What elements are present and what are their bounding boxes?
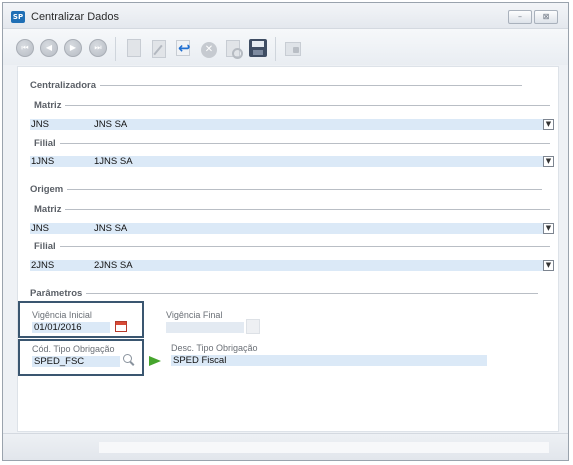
toolbar: ⏮ ◀ ▶ ⏭ ✕ xyxy=(3,29,568,65)
dropdown-arrow-icon[interactable]: ▼ xyxy=(543,156,554,167)
desc-tipo-obrigacao-input[interactable]: SPED Fiscal xyxy=(171,355,487,366)
subsection-matriz: Matriz xyxy=(34,100,551,111)
green-tag-icon xyxy=(149,356,161,366)
toolbar-separator xyxy=(115,37,116,61)
undo-icon xyxy=(175,39,193,57)
app-logo-icon: SP xyxy=(11,11,25,23)
next-record-button[interactable]: ▶ xyxy=(63,38,83,58)
save-button[interactable] xyxy=(248,38,268,58)
edit-document-icon xyxy=(151,39,167,58)
section-parametros: Parâmetros xyxy=(30,288,539,299)
edit-record-button[interactable] xyxy=(149,38,169,58)
first-record-icon: ⏮ xyxy=(16,39,34,57)
new-record-button[interactable] xyxy=(124,38,144,58)
minimize-button[interactable]: – xyxy=(508,10,532,24)
combo-name: JNS SA xyxy=(94,119,128,130)
combo-code: 2JNS xyxy=(31,260,55,271)
subsection-filial: Filial xyxy=(34,241,550,252)
first-record-button[interactable]: ⏮ xyxy=(15,38,35,58)
next-record-icon: ▶ xyxy=(64,39,82,57)
combo-name: JNS SA xyxy=(94,223,128,234)
undo-button[interactable] xyxy=(174,38,194,58)
divider xyxy=(65,105,551,106)
subsection-title: Filial xyxy=(34,241,56,252)
divider xyxy=(86,293,539,294)
section-centralizadora: Centralizadora xyxy=(30,80,522,91)
title-bar: SP Centralizar Dados – ⊠ xyxy=(3,3,568,29)
cod-tipo-obrigacao-label: Cód. Tipo Obrigação xyxy=(32,344,115,354)
section-origem: Origem xyxy=(30,184,543,195)
centralizar-dados-window: SP Centralizar Dados – ⊠ ⏮ ◀ ▶ ⏭ ✕ xyxy=(2,2,569,461)
toolbar-separator xyxy=(275,37,276,61)
last-record-button[interactable]: ⏭ xyxy=(88,38,108,58)
status-bar xyxy=(3,433,568,460)
close-button[interactable]: ⊠ xyxy=(534,10,558,24)
search-record-button[interactable] xyxy=(223,38,243,59)
subsection-title: Matriz xyxy=(34,100,62,111)
centralizadora-matriz-combo[interactable]: JNS JNS SA ▼ xyxy=(30,119,554,130)
previous-record-icon: ◀ xyxy=(40,39,58,57)
combo-code: JNS xyxy=(31,119,49,130)
status-area xyxy=(99,442,549,453)
combo-name: 2JNS SA xyxy=(94,260,133,271)
divider xyxy=(59,246,550,247)
divider xyxy=(100,85,522,86)
new-document-icon xyxy=(127,39,141,57)
centralizadora-filial-combo[interactable]: 1JNS 1JNS SA ▼ xyxy=(30,156,554,167)
cancel-icon: ✕ xyxy=(201,42,217,58)
search-document-icon xyxy=(225,39,243,59)
dropdown-arrow-icon[interactable]: ▼ xyxy=(543,260,554,271)
search-icon[interactable] xyxy=(123,354,136,367)
desc-tipo-obrigacao-label: Desc. Tipo Obrigação xyxy=(171,343,258,353)
form-panel: Centralizadora Matriz JNS JNS SA ▼ Filia… xyxy=(17,66,559,432)
subsection-matriz: Matriz xyxy=(34,204,551,215)
combo-code: JNS xyxy=(31,223,49,234)
last-record-icon: ⏭ xyxy=(89,39,107,57)
combo-code: 1JNS xyxy=(31,156,55,167)
divider xyxy=(59,143,550,144)
section-title: Parâmetros xyxy=(30,288,83,299)
dropdown-arrow-icon[interactable]: ▼ xyxy=(543,223,554,234)
vigencia-final-label: Vigência Final xyxy=(166,310,223,320)
calendar-disabled-icon xyxy=(246,319,260,334)
origem-matriz-combo[interactable]: JNS JNS SA ▼ xyxy=(30,223,554,234)
lock-button[interactable] xyxy=(283,38,303,58)
calendar-icon[interactable] xyxy=(115,321,127,332)
cancel-button[interactable]: ✕ xyxy=(199,38,219,58)
section-title: Centralizadora xyxy=(30,80,96,91)
window-title: Centralizar Dados xyxy=(31,11,120,23)
combo-name: 1JNS SA xyxy=(94,156,133,167)
vigencia-inicial-input[interactable]: 01/01/2016 xyxy=(32,322,110,333)
save-icon xyxy=(249,39,267,57)
section-title: Origem xyxy=(30,184,64,195)
dropdown-arrow-icon[interactable]: ▼ xyxy=(543,119,554,130)
lock-icon xyxy=(284,40,302,56)
previous-record-button[interactable]: ◀ xyxy=(39,38,59,58)
subsection-title: Filial xyxy=(34,138,56,149)
vigencia-final-input[interactable] xyxy=(166,322,244,333)
vigencia-inicial-label: Vigência Inicial xyxy=(32,310,92,320)
divider xyxy=(65,209,551,210)
cod-tipo-obrigacao-input[interactable]: SPED_FSC xyxy=(32,356,120,367)
origem-filial-combo[interactable]: 2JNS 2JNS SA ▼ xyxy=(30,260,554,271)
subsection-filial: Filial xyxy=(34,138,550,149)
divider xyxy=(67,189,543,190)
subsection-title: Matriz xyxy=(34,204,62,215)
